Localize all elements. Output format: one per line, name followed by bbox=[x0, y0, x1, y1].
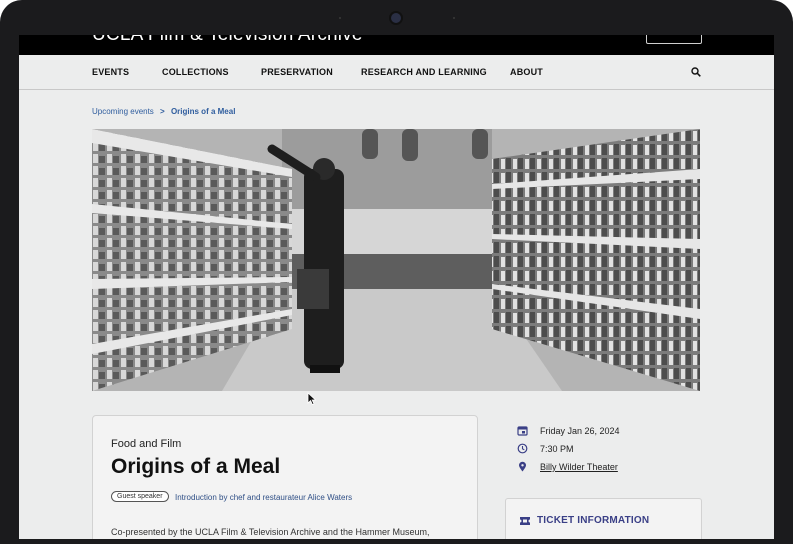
event-category: Food and Film bbox=[111, 438, 182, 450]
guest-speaker-badge: Guest speaker bbox=[111, 491, 169, 502]
breadcrumb-separator: > bbox=[160, 107, 165, 116]
event-hero-image bbox=[92, 129, 700, 391]
calendar-icon bbox=[517, 426, 528, 436]
search-icon[interactable] bbox=[691, 67, 701, 77]
event-description: Co-presented by the UCLA Film & Televisi… bbox=[111, 527, 430, 537]
nav-about[interactable]: ABOUT bbox=[510, 67, 543, 77]
breadcrumb-current: Origins of a Meal bbox=[170, 107, 236, 116]
nav-collections[interactable]: COLLECTIONS bbox=[162, 67, 229, 77]
nav-preservation[interactable]: PRESERVATION bbox=[261, 67, 333, 77]
event-time: 7:30 PM bbox=[540, 444, 574, 454]
ticket-information-heading[interactable]: TICKET INFORMATION bbox=[520, 515, 649, 526]
site-header: UCLA Film & Television Archive bbox=[19, 35, 774, 55]
clock-icon bbox=[517, 443, 528, 454]
nav-research-and-learning[interactable]: RESEARCH AND LEARNING bbox=[361, 67, 487, 77]
event-title: Origins of a Meal bbox=[111, 455, 281, 478]
ticket-information-panel: TICKET INFORMATION bbox=[505, 498, 702, 539]
sensor-dot bbox=[339, 17, 341, 19]
nav-events[interactable]: EVENTS bbox=[92, 67, 129, 77]
breadcrumb-upcoming-events[interactable]: Upcoming events bbox=[92, 107, 154, 116]
breadcrumb: Upcoming events > Origins of a Meal bbox=[92, 107, 235, 116]
mouse-pointer-icon bbox=[307, 392, 317, 406]
location-pin-icon bbox=[519, 461, 526, 472]
browser-screen: UCLA Film & Television Archive EVENTS CO… bbox=[19, 35, 774, 539]
header-button[interactable] bbox=[646, 35, 702, 44]
event-intro: Introduction by chef and restaurateur Al… bbox=[175, 493, 353, 502]
site-logo[interactable]: UCLA Film & Television Archive bbox=[92, 35, 363, 46]
ticket-icon bbox=[520, 517, 530, 525]
main-nav: EVENTS COLLECTIONS PRESERVATION RESEARCH… bbox=[19, 55, 774, 90]
venue-link[interactable]: Billy Wilder Theater bbox=[540, 462, 618, 472]
ticket-information-label: TICKET INFORMATION bbox=[537, 515, 650, 526]
event-card: Food and Film Origins of a Meal Guest sp… bbox=[92, 415, 478, 539]
event-date: Friday Jan 26, 2024 bbox=[540, 426, 620, 436]
sensor-dot bbox=[453, 17, 455, 19]
camera-icon bbox=[391, 13, 401, 23]
